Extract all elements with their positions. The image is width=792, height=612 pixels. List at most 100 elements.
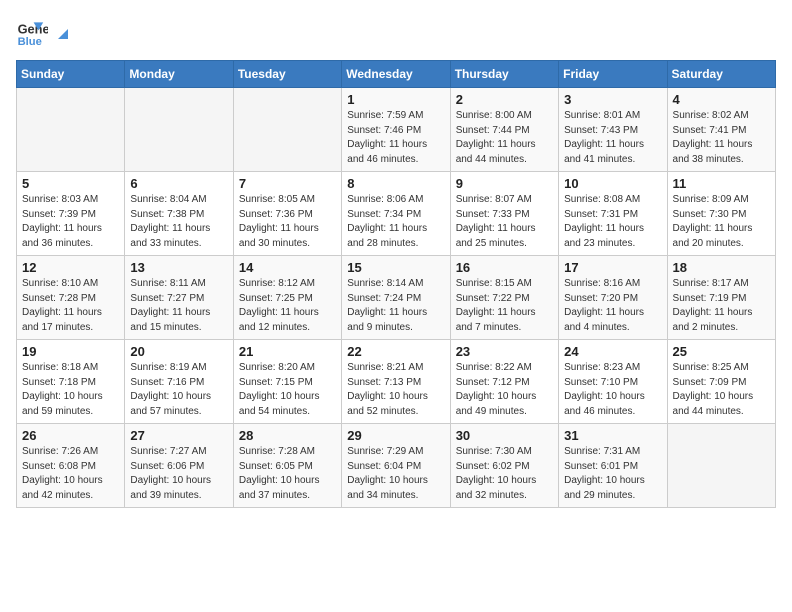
calendar-cell: 8Sunrise: 8:06 AM Sunset: 7:34 PM Daylig… bbox=[342, 172, 450, 256]
day-header-saturday: Saturday bbox=[667, 61, 775, 88]
week-row-3: 12Sunrise: 8:10 AM Sunset: 7:28 PM Dayli… bbox=[17, 256, 776, 340]
page-header: General Blue bbox=[16, 16, 776, 48]
day-number: 3 bbox=[564, 92, 661, 107]
day-number: 14 bbox=[239, 260, 336, 275]
day-number: 1 bbox=[347, 92, 444, 107]
calendar-cell: 15 Sunrise: 8:14 AM Sunset: 7:24 PM Dayli… bbox=[342, 256, 450, 340]
week-row-5: 26 Sunrise: 7:26 AM Sunset: 6:08 PM Dayli… bbox=[17, 424, 776, 508]
day-number: 16 bbox=[456, 260, 553, 275]
day-number: 31 bbox=[564, 428, 661, 443]
day-number: 21 bbox=[239, 344, 336, 359]
calendar-cell: 25 Sunrise: 8:25 AM Sunset: 7:09 PM Dayli… bbox=[667, 340, 775, 424]
day-number: 5 bbox=[22, 176, 119, 191]
day-number: 19 bbox=[22, 344, 119, 359]
day-info: Sunrise: 8:11 AM Sunset: 7:27 PM Dayligh… bbox=[130, 277, 227, 335]
day-number: 20 bbox=[130, 344, 227, 359]
day-info: Sunrise: 8:23 AM Sunset: 7:10 PM Dayligh… bbox=[564, 361, 661, 419]
day-number: 24 bbox=[564, 344, 661, 359]
svg-text:Blue: Blue bbox=[18, 36, 42, 48]
day-info: Sunrise: 7:26 AM Sunset: 6:08 PM Dayligh… bbox=[22, 445, 119, 503]
day-info: Sunrise: 8:03 AM Sunset: 7:39 PM Dayligh… bbox=[22, 193, 119, 251]
calendar-cell: 11 Sunrise: 8:09 AM Sunset: 7:30 PM Dayli… bbox=[667, 172, 775, 256]
calendar-cell bbox=[667, 424, 775, 508]
logo: General Blue bbox=[16, 16, 72, 48]
day-number: 7 bbox=[239, 176, 336, 191]
day-info: Sunrise: 8:12 AM Sunset: 7:25 PM Dayligh… bbox=[239, 277, 336, 335]
day-number: 23 bbox=[456, 344, 553, 359]
calendar-cell: 26 Sunrise: 7:26 AM Sunset: 6:08 PM Dayli… bbox=[17, 424, 125, 508]
day-info: Sunrise: 7:31 AM Sunset: 6:01 PM Dayligh… bbox=[564, 445, 661, 503]
calendar-cell: 19 Sunrise: 8:18 AM Sunset: 7:18 PM Dayli… bbox=[17, 340, 125, 424]
day-header-wednesday: Wednesday bbox=[342, 61, 450, 88]
day-header-sunday: Sunday bbox=[17, 61, 125, 88]
day-number: 6 bbox=[130, 176, 227, 191]
calendar-cell: 14 Sunrise: 8:12 AM Sunset: 7:25 PM Dayli… bbox=[233, 256, 341, 340]
day-info: Sunrise: 8:14 AM Sunset: 7:24 PM Dayligh… bbox=[347, 277, 444, 335]
day-number: 12 bbox=[22, 260, 119, 275]
calendar-cell: 22 Sunrise: 8:21 AM Sunset: 7:13 PM Dayli… bbox=[342, 340, 450, 424]
day-header-thursday: Thursday bbox=[450, 61, 558, 88]
day-number: 2 bbox=[456, 92, 553, 107]
calendar-cell: 30 Sunrise: 7:30 AM Sunset: 6:02 PM Dayli… bbox=[450, 424, 558, 508]
calendar-cell bbox=[17, 88, 125, 172]
day-number: 11 bbox=[673, 176, 770, 191]
day-number: 18 bbox=[673, 260, 770, 275]
calendar-cell: 16 Sunrise: 8:15 AM Sunset: 7:22 PM Dayli… bbox=[450, 256, 558, 340]
day-info: Sunrise: 8:02 AM Sunset: 7:41 PM Dayligh… bbox=[673, 109, 770, 167]
day-number: 4 bbox=[673, 92, 770, 107]
calendar-cell: 13 Sunrise: 8:11 AM Sunset: 7:27 PM Dayli… bbox=[125, 256, 233, 340]
calendar-cell: 27 Sunrise: 7:27 AM Sunset: 6:06 PM Dayli… bbox=[125, 424, 233, 508]
logo-triangle-icon bbox=[54, 25, 72, 43]
calendar-cell: 5 Sunrise: 8:03 AM Sunset: 7:39 PM Daylig… bbox=[17, 172, 125, 256]
logo-icon: General Blue bbox=[16, 16, 48, 48]
svg-text:General: General bbox=[18, 22, 48, 37]
calendar-cell: 12Sunrise: 8:10 AM Sunset: 7:28 PM Dayli… bbox=[17, 256, 125, 340]
day-info: Sunrise: 8:05 AM Sunset: 7:36 PM Dayligh… bbox=[239, 193, 336, 251]
day-number: 10 bbox=[564, 176, 661, 191]
week-row-2: 5 Sunrise: 8:03 AM Sunset: 7:39 PM Daylig… bbox=[17, 172, 776, 256]
days-header-row: SundayMondayTuesdayWednesdayThursdayFrid… bbox=[17, 61, 776, 88]
calendar-cell: 29Sunrise: 7:29 AM Sunset: 6:04 PM Dayli… bbox=[342, 424, 450, 508]
day-info: Sunrise: 8:09 AM Sunset: 7:30 PM Dayligh… bbox=[673, 193, 770, 251]
day-number: 27 bbox=[130, 428, 227, 443]
calendar-cell: 10Sunrise: 8:08 AM Sunset: 7:31 PM Dayli… bbox=[559, 172, 667, 256]
day-info: Sunrise: 8:01 AM Sunset: 7:43 PM Dayligh… bbox=[564, 109, 661, 167]
day-info: Sunrise: 8:07 AM Sunset: 7:33 PM Dayligh… bbox=[456, 193, 553, 251]
calendar-cell: 6 Sunrise: 8:04 AM Sunset: 7:38 PM Daylig… bbox=[125, 172, 233, 256]
day-info: Sunrise: 8:21 AM Sunset: 7:13 PM Dayligh… bbox=[347, 361, 444, 419]
day-number: 13 bbox=[130, 260, 227, 275]
day-info: Sunrise: 8:18 AM Sunset: 7:18 PM Dayligh… bbox=[22, 361, 119, 419]
day-info: Sunrise: 7:30 AM Sunset: 6:02 PM Dayligh… bbox=[456, 445, 553, 503]
day-number: 8 bbox=[347, 176, 444, 191]
calendar-cell: 20Sunrise: 8:19 AM Sunset: 7:16 PM Dayli… bbox=[125, 340, 233, 424]
day-info: Sunrise: 8:25 AM Sunset: 7:09 PM Dayligh… bbox=[673, 361, 770, 419]
calendar-cell: 31 Sunrise: 7:31 AM Sunset: 6:01 PM Dayli… bbox=[559, 424, 667, 508]
day-number: 28 bbox=[239, 428, 336, 443]
calendar-cell bbox=[233, 88, 341, 172]
day-number: 30 bbox=[456, 428, 553, 443]
calendar-cell: 2 Sunrise: 8:00 AM Sunset: 7:44 PM Daylig… bbox=[450, 88, 558, 172]
calendar-table: SundayMondayTuesdayWednesdayThursdayFrid… bbox=[16, 60, 776, 508]
calendar-cell: 4 Sunrise: 8:02 AM Sunset: 7:41 PM Daylig… bbox=[667, 88, 775, 172]
day-info: Sunrise: 8:00 AM Sunset: 7:44 PM Dayligh… bbox=[456, 109, 553, 167]
day-number: 26 bbox=[22, 428, 119, 443]
calendar-cell: 24 Sunrise: 8:23 AM Sunset: 7:10 PM Dayli… bbox=[559, 340, 667, 424]
day-number: 25 bbox=[673, 344, 770, 359]
day-number: 17 bbox=[564, 260, 661, 275]
calendar-cell: 18 Sunrise: 8:17 AM Sunset: 7:19 PM Dayli… bbox=[667, 256, 775, 340]
day-info: Sunrise: 8:17 AM Sunset: 7:19 PM Dayligh… bbox=[673, 277, 770, 335]
day-info: Sunrise: 8:16 AM Sunset: 7:20 PM Dayligh… bbox=[564, 277, 661, 335]
day-info: Sunrise: 8:15 AM Sunset: 7:22 PM Dayligh… bbox=[456, 277, 553, 335]
day-info: Sunrise: 8:04 AM Sunset: 7:38 PM Dayligh… bbox=[130, 193, 227, 251]
day-info: Sunrise: 7:59 AM Sunset: 7:46 PM Dayligh… bbox=[347, 109, 444, 167]
calendar-cell: 3 Sunrise: 8:01 AM Sunset: 7:43 PM Daylig… bbox=[559, 88, 667, 172]
day-info: Sunrise: 7:29 AM Sunset: 6:04 PM Dayligh… bbox=[347, 445, 444, 503]
day-info: Sunrise: 7:27 AM Sunset: 6:06 PM Dayligh… bbox=[130, 445, 227, 503]
day-header-friday: Friday bbox=[559, 61, 667, 88]
calendar-cell bbox=[125, 88, 233, 172]
day-info: Sunrise: 8:20 AM Sunset: 7:15 PM Dayligh… bbox=[239, 361, 336, 419]
day-number: 15 bbox=[347, 260, 444, 275]
calendar-cell: 9Sunrise: 8:07 AM Sunset: 7:33 PM Daylig… bbox=[450, 172, 558, 256]
day-number: 22 bbox=[347, 344, 444, 359]
week-row-4: 19 Sunrise: 8:18 AM Sunset: 7:18 PM Dayli… bbox=[17, 340, 776, 424]
